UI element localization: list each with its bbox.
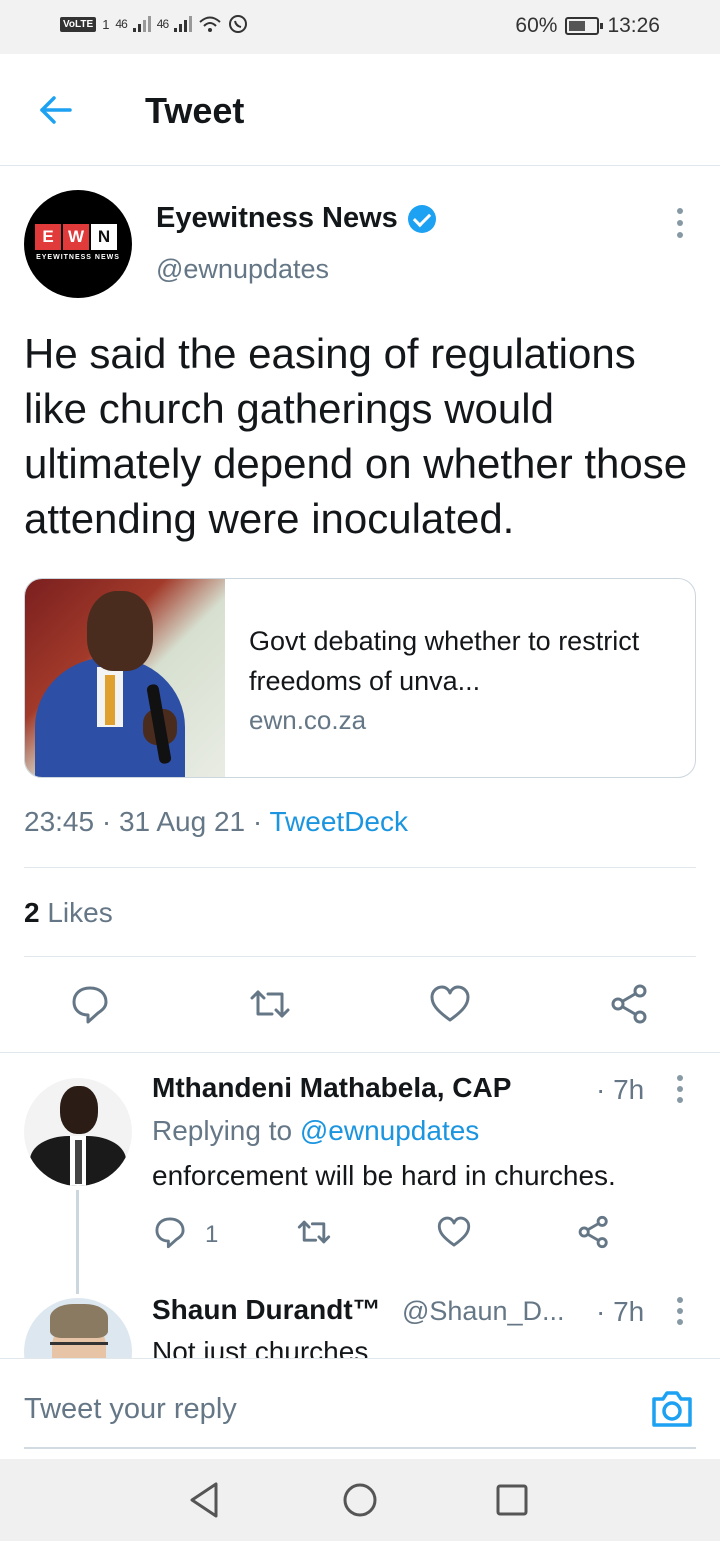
status-right: 60% 13:26 [515, 14, 660, 38]
logo-letter-w: W [63, 224, 89, 250]
tweet-text: He said the easing of regulations like c… [24, 330, 688, 542]
reply-reply-button[interactable] [152, 1214, 188, 1250]
nav-home-button[interactable] [338, 1478, 382, 1522]
back-button[interactable] [36, 90, 76, 130]
reply-more-button[interactable] [668, 1296, 692, 1326]
card-title: Govt debating whether to restrict freedo… [249, 626, 640, 696]
retweet-icon [250, 990, 290, 1018]
composer-underline [24, 1447, 696, 1449]
ewn-logo: E W N [35, 224, 117, 250]
tweet-source-link[interactable]: TweetDeck [269, 806, 408, 837]
link-card[interactable]: Govt debating whether to restrict freedo… [24, 578, 696, 778]
tweet-time: 23:45 [24, 806, 95, 837]
retweet-button[interactable] [248, 982, 292, 1026]
replying-mention-link[interactable]: @ewnupdates [300, 1115, 479, 1146]
divider [24, 956, 696, 957]
reply-time: · 7h [596, 1296, 645, 1327]
status-bar: VoLTE 1 46 46 60% 13:26 [0, 0, 720, 54]
thread-line [76, 1190, 79, 1294]
share-icon [578, 1215, 608, 1249]
signal-icon [174, 16, 193, 32]
reply-more-button[interactable] [668, 1074, 692, 1104]
tweet-meta: 23:45 · 31 Aug 21 · TweetDeck [24, 806, 408, 837]
reply-count: 1 [205, 1221, 219, 1248]
heart-icon [437, 1216, 471, 1247]
circle-home-icon [343, 1483, 377, 1517]
author-name[interactable]: Eyewitness News [156, 202, 436, 235]
nav-recents-button[interactable] [490, 1478, 534, 1522]
camera-button[interactable] [648, 1385, 696, 1433]
reply-text: enforcement will be hard in churches. [152, 1160, 616, 1191]
more-vertical-icon [677, 208, 683, 238]
more-vertical-icon [677, 1297, 683, 1325]
card-image [25, 579, 225, 777]
whatsapp-icon [229, 15, 248, 33]
status-time: 13:26 [607, 14, 660, 37]
status-left: VoLTE 1 46 46 [60, 14, 248, 34]
share-button[interactable] [608, 982, 652, 1026]
reply-avatar[interactable] [24, 1078, 132, 1186]
camera-icon [652, 1391, 692, 1427]
reply-time: · 7h [596, 1074, 645, 1105]
author-handle[interactable]: @ewnupdates [156, 254, 329, 285]
reply-icon [155, 1217, 185, 1249]
likes-count: 2 [24, 897, 40, 928]
reply-composer: Tweet your reply [0, 1358, 720, 1458]
verified-badge-icon [407, 204, 436, 233]
reply-retweet-button[interactable] [296, 1214, 332, 1250]
reply-button[interactable] [68, 982, 112, 1026]
logo-subtitle: EYEWITNESS NEWS [36, 254, 120, 261]
reply-icon [72, 986, 108, 1024]
author-name-text: Eyewitness News [156, 202, 398, 234]
nav-back-button[interactable] [184, 1478, 228, 1522]
signal-2-label: 46 [156, 17, 169, 31]
like-button[interactable] [428, 982, 472, 1026]
wifi-icon [199, 16, 221, 32]
section-separator [0, 1052, 720, 1053]
battery-percent: 60% [515, 14, 558, 37]
retweet-icon [297, 1220, 331, 1244]
signal-1-label: 46 [115, 17, 127, 31]
reply-like-button[interactable] [436, 1214, 472, 1250]
more-options-button[interactable] [668, 206, 692, 240]
replying-to: Replying to @ewnupdates [152, 1115, 479, 1147]
reply-author-name[interactable]: Mthandeni Mathabela, CAP [152, 1072, 511, 1104]
top-bar: Tweet [0, 54, 720, 166]
logo-letter-n: N [91, 224, 117, 250]
reply-author-name[interactable]: Shaun Durandt™ [152, 1294, 381, 1326]
triangle-back-icon [190, 1482, 218, 1518]
battery-icon [565, 17, 604, 35]
signal-icon [132, 16, 151, 32]
tweet-date: 31 Aug 21 [118, 806, 246, 837]
arrow-left-icon [40, 96, 72, 124]
divider [24, 867, 696, 868]
likes-label: Likes [47, 897, 113, 928]
likes-stat[interactable]: 2 Likes [24, 897, 113, 929]
battery-fill [569, 21, 586, 31]
reply-input[interactable]: Tweet your reply [24, 1393, 237, 1426]
page-title: Tweet [145, 90, 245, 131]
reply-author-handle[interactable]: @Shaun_D... [402, 1296, 565, 1327]
card-domain: ewn.co.za [249, 705, 367, 735]
square-recents-icon [496, 1484, 528, 1516]
share-icon [611, 984, 647, 1024]
sim-badge: 1 [102, 16, 110, 32]
more-vertical-icon [677, 1075, 683, 1103]
reply-share-button[interactable] [576, 1214, 612, 1250]
system-nav-bar [0, 1459, 720, 1541]
volte-badge: VoLTE [60, 16, 97, 32]
logo-letter-e: E [35, 224, 61, 250]
replying-prefix: Replying to [152, 1115, 293, 1146]
heart-icon [430, 985, 470, 1022]
author-avatar[interactable]: E W N EYEWITNESS NEWS [24, 190, 132, 298]
